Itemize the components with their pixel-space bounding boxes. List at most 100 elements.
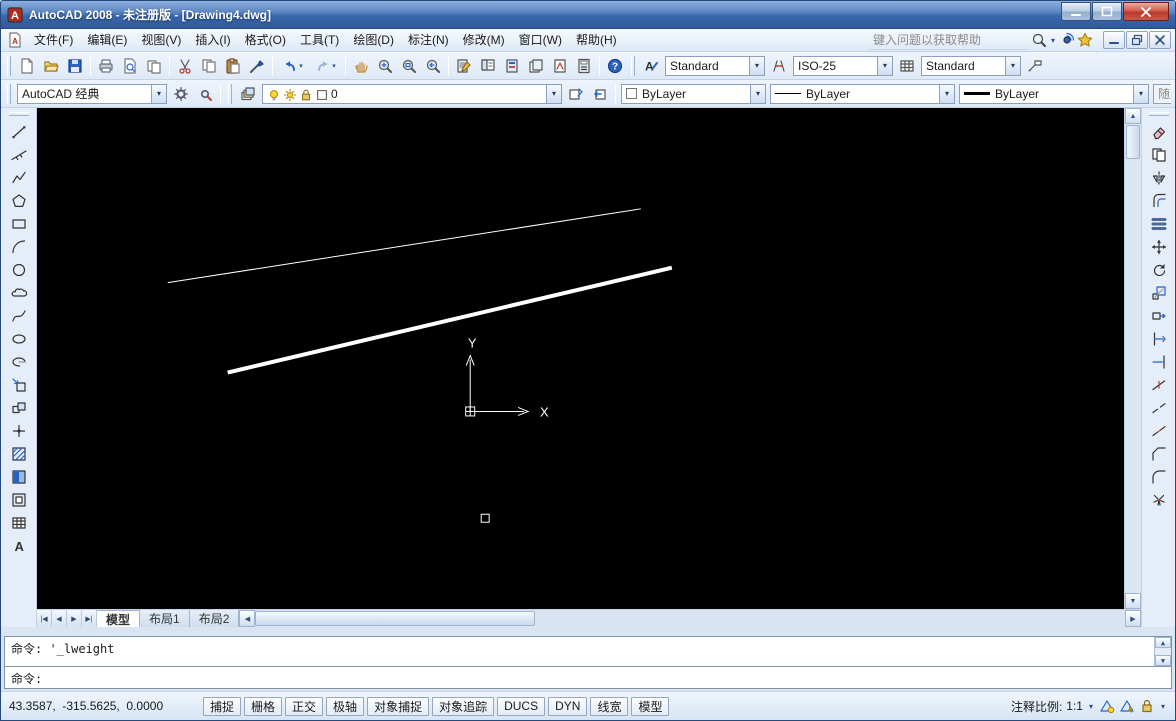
doc-close-button[interactable] <box>1149 31 1171 49</box>
toggle-线宽[interactable]: 线宽 <box>590 697 628 716</box>
gradient-button[interactable] <box>6 465 32 488</box>
scale-button[interactable] <box>1146 281 1172 304</box>
scroll-down-button[interactable]: ▼ <box>1125 593 1141 609</box>
layer-previous-button[interactable] <box>588 82 612 106</box>
tab-布局1[interactable]: 布局1 <box>140 610 190 627</box>
save-button[interactable] <box>63 54 87 78</box>
horizontal-scrollbar[interactable]: ◀ ▶ <box>239 610 1141 627</box>
make-block-button[interactable] <box>6 396 32 419</box>
pan-button[interactable] <box>349 54 373 78</box>
next-tab-button[interactable]: ▶ <box>67 610 82 627</box>
dimension-style-icon[interactable] <box>771 58 787 74</box>
status-menu-arrow[interactable]: ▾ <box>1159 702 1167 711</box>
mirror-button[interactable] <box>1146 166 1172 189</box>
my-workspace-button[interactable] <box>193 82 217 106</box>
command-input-line[interactable]: 命令: <box>5 666 1171 688</box>
polyline-button[interactable] <box>6 166 32 189</box>
scroll-right-button[interactable]: ▶ <box>1125 610 1141 627</box>
multileader-style-icon[interactable] <box>1027 58 1043 74</box>
text-style-icon[interactable]: A <box>643 58 659 74</box>
undo-button[interactable]: ▾ <box>276 54 309 78</box>
open-button[interactable] <box>39 54 63 78</box>
doc-minimize-button[interactable] <box>1103 31 1125 49</box>
chevron-down-icon[interactable]: ▾ <box>750 85 765 103</box>
workspace-combo[interactable]: AutoCAD 经典 ▾ <box>17 84 167 104</box>
command-scrollbar[interactable]: ▲ ▼ <box>1154 637 1171 666</box>
close-button[interactable] <box>1123 2 1169 21</box>
menu-item-10[interactable]: 帮助(H) <box>569 29 624 51</box>
chevron-down-icon[interactable]: ▾ <box>546 85 561 103</box>
doc-restore-button[interactable] <box>1126 31 1148 49</box>
horizontal-scroll-thumb[interactable] <box>255 611 535 626</box>
search-icon[interactable] <box>1031 32 1047 48</box>
revision-cloud-button[interactable] <box>6 281 32 304</box>
copy-button[interactable] <box>1146 143 1172 166</box>
workspace-settings-button[interactable] <box>169 82 193 106</box>
polygon-button[interactable] <box>6 189 32 212</box>
toggle-正交[interactable]: 正交 <box>285 697 323 716</box>
plot-button[interactable] <box>94 54 118 78</box>
break-at-point-button[interactable] <box>1146 373 1172 396</box>
titlebar[interactable]: A AutoCAD 2008 - 未注册版 - [Drawing4.dwg] <box>1 1 1175 29</box>
multiline-text-button[interactable]: A <box>6 534 32 557</box>
color-combo[interactable]: ByLayer ▾ <box>621 84 766 104</box>
quickcalc-button[interactable] <box>572 54 596 78</box>
ellipse-arc-button[interactable] <box>6 350 32 373</box>
qnew-button[interactable] <box>15 54 39 78</box>
zoom-previous-button[interactable] <box>421 54 445 78</box>
properties-button[interactable] <box>452 54 476 78</box>
dimension-style-combo[interactable]: ISO-25 ▾ <box>793 56 893 76</box>
make-object-layer-current-button[interactable] <box>564 82 588 106</box>
text-style-combo[interactable]: Standard ▾ <box>665 56 765 76</box>
match-properties-button[interactable] <box>245 54 269 78</box>
search-dropdown-arrow[interactable]: ▾ <box>1049 36 1057 45</box>
copy-clip-button[interactable] <box>197 54 221 78</box>
chevron-down-icon[interactable]: ▾ <box>151 85 166 103</box>
zoom-realtime-button[interactable] <box>373 54 397 78</box>
vertical-scroll-thumb[interactable] <box>1126 125 1140 159</box>
menu-item-5[interactable]: 工具(T) <box>293 29 346 51</box>
erase-button[interactable] <box>1146 120 1172 143</box>
tool-palettes-button[interactable] <box>500 54 524 78</box>
chamfer-button[interactable] <box>1146 442 1172 465</box>
toggle-对象捕捉[interactable]: 对象捕捉 <box>367 697 429 716</box>
trim-button[interactable] <box>1146 327 1172 350</box>
break-button[interactable] <box>1146 396 1172 419</box>
circle-button[interactable] <box>6 258 32 281</box>
layer-on-icon[interactable] <box>267 87 281 101</box>
toolbar-grip[interactable] <box>1149 112 1169 116</box>
command-scroll-down[interactable]: ▼ <box>1155 655 1171 666</box>
spline-button[interactable] <box>6 304 32 327</box>
toolbar-grip[interactable] <box>228 84 232 104</box>
join-button[interactable] <box>1146 419 1172 442</box>
layer-lock-icon[interactable] <box>299 87 313 101</box>
designcenter-button[interactable] <box>476 54 500 78</box>
help-search-input[interactable]: 键入问题以获取帮助 <box>869 30 1029 50</box>
linetype-combo[interactable]: ByLayer ▾ <box>770 84 955 104</box>
table-style-combo[interactable]: Standard ▾ <box>921 56 1021 76</box>
menu-item-4[interactable]: 格式(O) <box>238 29 293 51</box>
menu-item-3[interactable]: 插入(I) <box>188 29 237 51</box>
move-button[interactable] <box>1146 235 1172 258</box>
restore-button[interactable] <box>1092 2 1122 21</box>
redo-button[interactable]: ▾ <box>309 54 342 78</box>
scroll-up-button[interactable]: ▲ <box>1125 108 1141 124</box>
sheetset-manager-button[interactable] <box>524 54 548 78</box>
insert-block-button[interactable] <box>6 373 32 396</box>
toolbar-grip[interactable] <box>9 112 29 116</box>
stretch-button[interactable] <box>1146 304 1172 327</box>
toolbar-grip[interactable] <box>7 84 11 104</box>
menu-item-8[interactable]: 修改(M) <box>456 29 512 51</box>
publish-button[interactable] <box>142 54 166 78</box>
coordinates-display[interactable]: 43.3587, -315.5625, 0.0000 <box>9 699 199 713</box>
command-scroll-up[interactable]: ▲ <box>1155 637 1171 648</box>
menu-item-9[interactable]: 窗口(W) <box>512 29 569 51</box>
horizontal-scroll-track[interactable] <box>535 610 1125 627</box>
cut-button[interactable] <box>173 54 197 78</box>
lineweight-combo[interactable]: ByLayer ▾ <box>959 84 1149 104</box>
annotation-scale-dropdown-arrow[interactable]: ▾ <box>1087 702 1095 711</box>
chevron-down-icon[interactable]: ▾ <box>1133 85 1148 103</box>
help-button[interactable]: ? <box>603 54 627 78</box>
redo-dropdown-arrow[interactable]: ▾ <box>332 62 336 70</box>
scroll-left-button[interactable]: ◀ <box>239 610 255 627</box>
